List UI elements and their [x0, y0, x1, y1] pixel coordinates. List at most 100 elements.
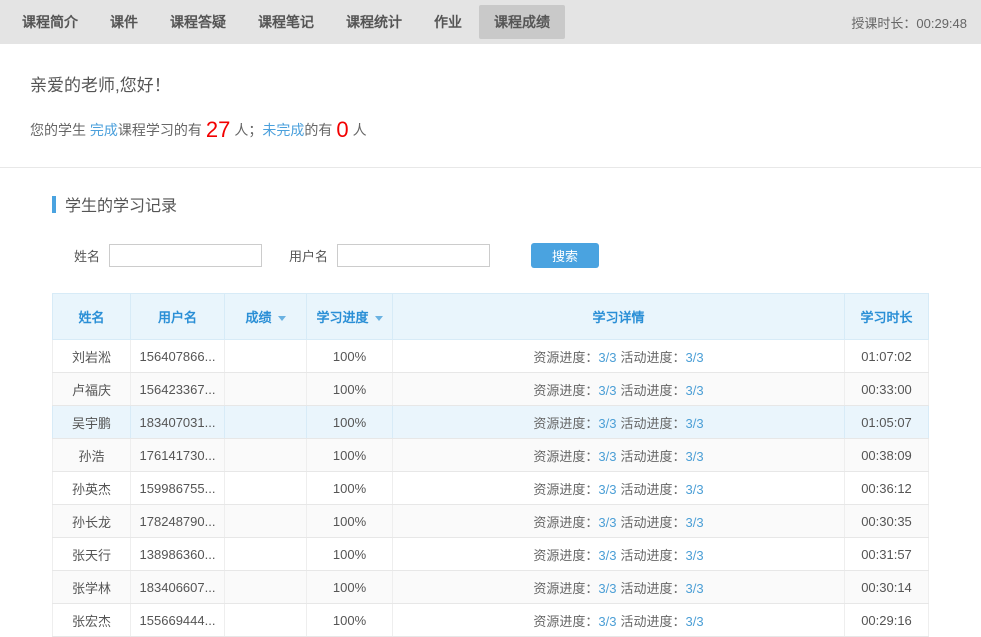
- resource-progress-link[interactable]: 3/3: [598, 350, 616, 365]
- table-header-row: 姓名用户名 成绩 学习进度学习详情学习时长: [53, 294, 929, 340]
- cell-name: 刘岩淞: [53, 340, 131, 373]
- cell-detail: 资源进度：3/3活动进度：3/3: [393, 505, 845, 538]
- cell-progress: 100%: [307, 472, 393, 505]
- username-input[interactable]: [337, 244, 490, 267]
- activity-progress-link[interactable]: 3/3: [686, 416, 704, 431]
- resource-progress-link[interactable]: 3/3: [598, 515, 616, 530]
- cell-username: 183407031...: [131, 406, 225, 439]
- cell-progress: 100%: [307, 505, 393, 538]
- activity-progress-link[interactable]: 3/3: [686, 614, 704, 629]
- nav-tab-label: 课程笔记: [258, 12, 314, 32]
- cell-progress: 100%: [307, 571, 393, 604]
- activity-progress-label: 活动进度：: [621, 581, 686, 596]
- cell-name: 张宏杰: [53, 604, 131, 637]
- table-row[interactable]: 孙英杰 159986755... 100% 资源进度：3/3活动进度：3/3 0…: [53, 472, 929, 505]
- cell-username: 159986755...: [131, 472, 225, 505]
- sort-down-icon[interactable]: [278, 316, 286, 321]
- cell-score: [225, 505, 307, 538]
- cell-username: 138986360...: [131, 538, 225, 571]
- cell-detail: 资源进度：3/3活动进度：3/3: [393, 406, 845, 439]
- resource-progress-link[interactable]: 3/3: [598, 482, 616, 497]
- nav-tab-label: 作业: [434, 12, 462, 32]
- stats-unit1: 人；: [234, 122, 262, 138]
- cell-score: [225, 604, 307, 637]
- nav-tab[interactable]: 课程成绩: [479, 5, 565, 39]
- resource-progress-link[interactable]: 3/3: [598, 383, 616, 398]
- activity-progress-link[interactable]: 3/3: [686, 515, 704, 530]
- activity-progress-link[interactable]: 3/3: [686, 350, 704, 365]
- activity-progress-label: 活动进度：: [621, 449, 686, 464]
- records-table: 姓名用户名 成绩 学习进度学习详情学习时长 刘岩淞 156407866... 100…: [52, 293, 929, 637]
- column-header[interactable]: 成绩: [225, 294, 307, 340]
- nav-tab[interactable]: 作业: [419, 5, 477, 39]
- table-row[interactable]: 孙长龙 178248790... 100% 资源进度：3/3活动进度：3/3 0…: [53, 505, 929, 538]
- table-row[interactable]: 刘岩淞 156407866... 100% 资源进度：3/3活动进度：3/3 0…: [53, 340, 929, 373]
- column-header[interactable]: 学习进度: [307, 294, 393, 340]
- nav-tab[interactable]: 课程答疑: [155, 5, 241, 39]
- activity-progress-label: 活动进度：: [621, 515, 686, 530]
- cell-duration: 00:30:14: [845, 571, 929, 604]
- cell-duration: 01:07:02: [845, 340, 929, 373]
- cell-duration: 01:05:07: [845, 406, 929, 439]
- cell-name: 吴宇鹏: [53, 406, 131, 439]
- search-button[interactable]: 搜索: [531, 243, 599, 268]
- table-row[interactable]: 张天行 138986360... 100% 资源进度：3/3活动进度：3/3 0…: [53, 538, 929, 571]
- greeting-title: 亲爱的老师,您好！: [30, 71, 951, 96]
- table-row[interactable]: 孙浩 176141730... 100% 资源进度：3/3活动进度：3/3 00…: [53, 439, 929, 472]
- name-input[interactable]: [109, 244, 262, 267]
- activity-progress-link[interactable]: 3/3: [686, 449, 704, 464]
- cell-duration: 00:30:35: [845, 505, 929, 538]
- activity-progress-label: 活动进度：: [621, 350, 686, 365]
- activity-progress-link[interactable]: 3/3: [686, 383, 704, 398]
- cell-progress: 100%: [307, 373, 393, 406]
- column-header-label: 学习时长: [860, 310, 912, 325]
- nav-tab[interactable]: 课程统计: [331, 5, 417, 39]
- nav-tab-label: 课程简介: [22, 12, 78, 32]
- cell-progress: 100%: [307, 406, 393, 439]
- table-row[interactable]: 张学林 183406607... 100% 资源进度：3/3活动进度：3/3 0…: [53, 571, 929, 604]
- column-header-label: 成绩: [245, 310, 271, 325]
- teaching-duration: 授课时长：00:29:48: [851, 13, 967, 32]
- table-row[interactable]: 卢福庆 156423367... 100% 资源进度：3/3活动进度：3/3 0…: [53, 373, 929, 406]
- uncompleted-link[interactable]: 未完成: [262, 122, 304, 138]
- teaching-duration-label: 授课时长：: [851, 16, 916, 31]
- greeting-panel: 亲爱的老师,您好！ 您的学生 完成课程学习的有27人；未完成的有0人: [0, 44, 981, 167]
- table-row[interactable]: 吴宇鹏 183407031... 100% 资源进度：3/3活动进度：3/3 0…: [53, 406, 929, 439]
- cell-name: 张天行: [53, 538, 131, 571]
- cell-score: [225, 538, 307, 571]
- sort-down-icon[interactable]: [375, 316, 383, 321]
- resource-progress-label: 资源进度：: [533, 515, 598, 530]
- activity-progress-link[interactable]: 3/3: [686, 581, 704, 596]
- resource-progress-label: 资源进度：: [533, 482, 598, 497]
- nav-tab[interactable]: 课程简介: [7, 5, 93, 39]
- column-header[interactable]: 学习详情: [393, 294, 845, 340]
- table-row[interactable]: 张宏杰 155669444... 100% 资源进度：3/3活动进度：3/3 0…: [53, 604, 929, 637]
- nav-tab[interactable]: 课件: [95, 5, 153, 39]
- cell-detail: 资源进度：3/3活动进度：3/3: [393, 373, 845, 406]
- uncompleted-count: 0: [332, 117, 352, 142]
- resource-progress-link[interactable]: 3/3: [598, 614, 616, 629]
- records-table-body: 刘岩淞 156407866... 100% 资源进度：3/3活动进度：3/3 0…: [53, 340, 929, 637]
- cell-name: 孙长龙: [53, 505, 131, 538]
- resource-progress-label: 资源进度：: [533, 614, 598, 629]
- column-header[interactable]: 姓名: [53, 294, 131, 340]
- completed-link[interactable]: 完成: [90, 122, 118, 138]
- resource-progress-link[interactable]: 3/3: [598, 416, 616, 431]
- cell-progress: 100%: [307, 604, 393, 637]
- section-title-text: 学生的学习记录: [65, 192, 177, 216]
- column-header[interactable]: 学习时长: [845, 294, 929, 340]
- resource-progress-link[interactable]: 3/3: [598, 449, 616, 464]
- column-header[interactable]: 用户名: [131, 294, 225, 340]
- cell-progress: 100%: [307, 439, 393, 472]
- nav-tab[interactable]: 课程笔记: [243, 5, 329, 39]
- section-title: 学生的学习记录: [52, 192, 929, 216]
- cell-duration: 00:38:09: [845, 439, 929, 472]
- activity-progress-link[interactable]: 3/3: [686, 548, 704, 563]
- cell-detail: 资源进度：3/3活动进度：3/3: [393, 604, 845, 637]
- activity-progress-link[interactable]: 3/3: [686, 482, 704, 497]
- resource-progress-link[interactable]: 3/3: [598, 581, 616, 596]
- resource-progress-link[interactable]: 3/3: [598, 548, 616, 563]
- resource-progress-label: 资源进度：: [533, 548, 598, 563]
- activity-progress-label: 活动进度：: [621, 614, 686, 629]
- cell-duration: 00:33:00: [845, 373, 929, 406]
